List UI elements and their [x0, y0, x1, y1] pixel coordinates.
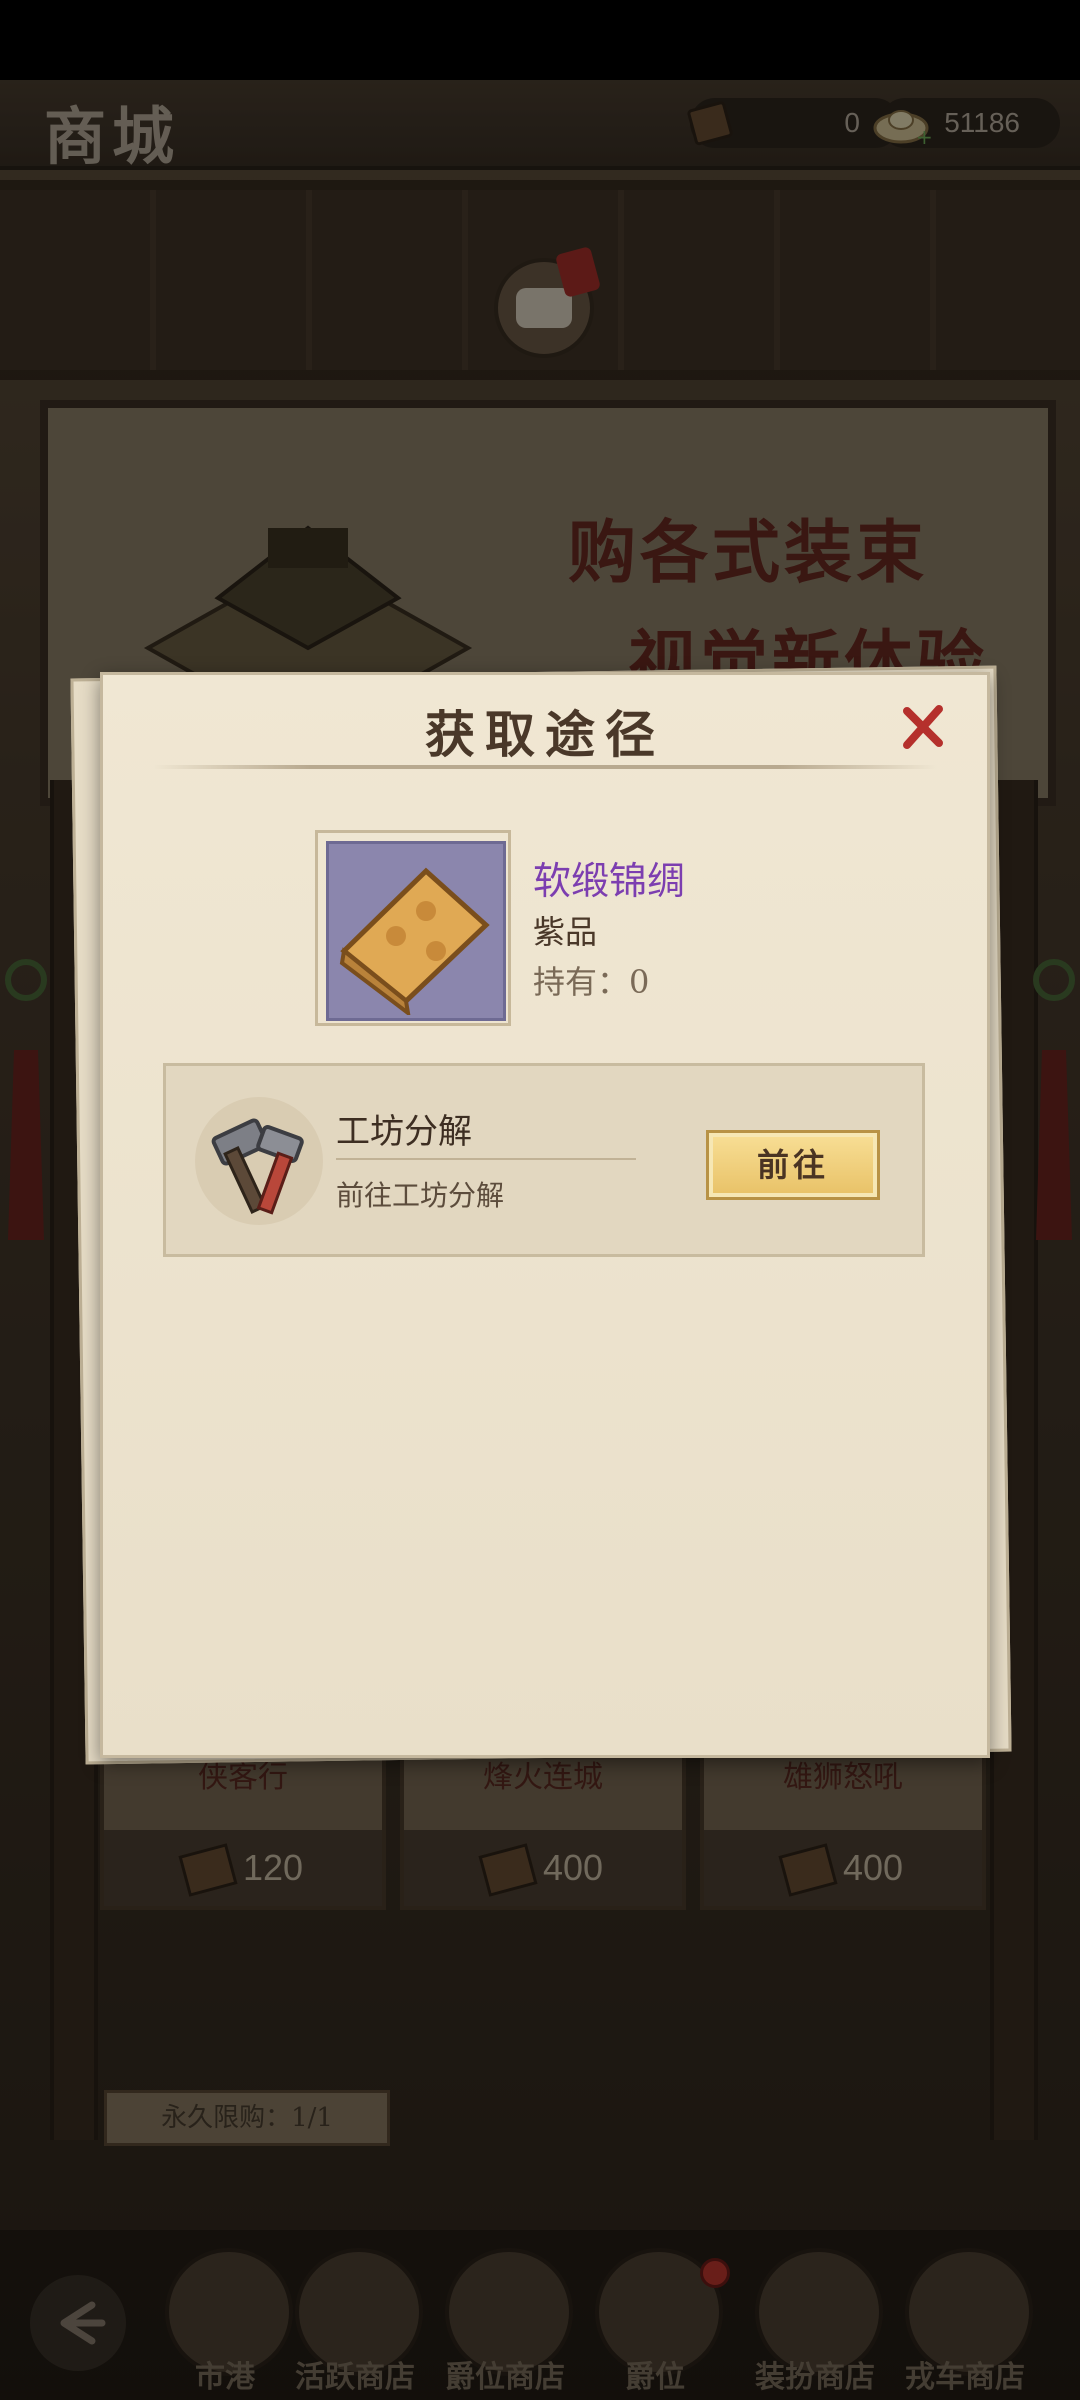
hammer-icon: [195, 1097, 323, 1225]
source-row: 工坊分解 前往工坊分解 前往: [163, 1063, 925, 1257]
dialog-title: 获取途径: [425, 705, 665, 764]
source-name: 工坊分解: [336, 1112, 472, 1152]
close-icon[interactable]: [895, 699, 951, 755]
item-grade: 紫品: [533, 913, 598, 951]
item-icon-background: [326, 841, 506, 1021]
silk-fabric-icon: [339, 867, 490, 1015]
source-description: 前往工坊分解: [336, 1179, 505, 1212]
go-button[interactable]: 前往: [706, 1130, 880, 1200]
acquire-source-dialog: 获取途径 软缎锦绸 紫品 持有：0 工坊分解 前往工坊分解 前往: [100, 672, 990, 1758]
item-owned-count: 持有：0: [533, 963, 650, 1001]
item-icon-frame: [315, 830, 511, 1026]
item-name: 软缎锦绸: [533, 859, 686, 903]
source-divider: [336, 1158, 636, 1160]
title-divider: [153, 765, 937, 769]
